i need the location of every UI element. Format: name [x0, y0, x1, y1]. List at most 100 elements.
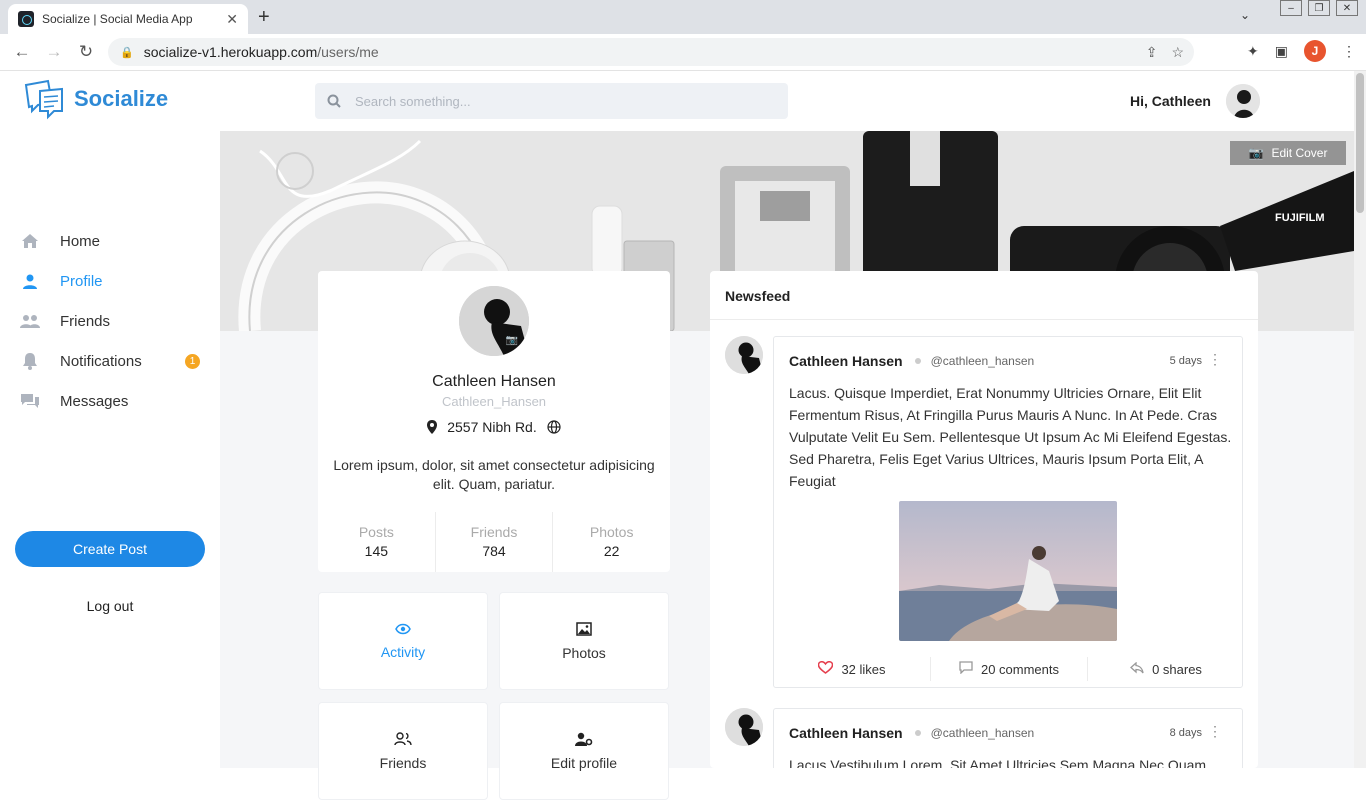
sidebar-item-label: Home [60, 232, 101, 250]
more-options-icon[interactable]: ⋮ [1208, 351, 1222, 368]
stat-label: Friends [470, 524, 518, 540]
extensions-icon[interactable]: ✦ [1247, 43, 1259, 60]
tab-search-icon[interactable]: ⌄ [1240, 8, 1250, 22]
comment-icon [959, 661, 973, 677]
bell-icon [20, 351, 40, 371]
logo[interactable]: Socialize [22, 77, 168, 121]
avatar[interactable] [1226, 84, 1260, 118]
sidebar-item-friends[interactable]: Friends [20, 301, 200, 341]
globe-icon[interactable] [547, 420, 561, 434]
profile-location: 2557 Nibh Rd. [318, 419, 670, 435]
like-button[interactable]: 32 likes [774, 657, 931, 681]
new-tab-icon[interactable]: + [258, 6, 270, 29]
tile-label: Friends [379, 754, 427, 771]
tile-label: Activity [380, 644, 426, 660]
tile-edit-profile[interactable]: Edit profile [499, 702, 669, 800]
user-greeting: Hi, Cathleen [1130, 93, 1211, 109]
share-button[interactable]: 0 shares [1088, 657, 1244, 681]
stat-label: Photos [589, 524, 634, 540]
browser-tab-bar: Socialize | Social Media App ✕ + ⌄ – ❐ ✕ [0, 0, 1366, 34]
app-root: Socialize Home Profile Friends Notificat… [0, 71, 1354, 800]
stat-friends: Friends 784 [436, 512, 554, 572]
post-author-avatar[interactable] [725, 336, 763, 374]
logo-icon [24, 79, 63, 120]
post-body: Lacus. Quisque Imperdiet, Erat Nonummy U… [789, 385, 1232, 489]
back-icon[interactable]: ← [6, 42, 38, 62]
logo-text: Socialize [74, 86, 169, 111]
search-input[interactable] [355, 93, 755, 109]
user-gear-icon [575, 732, 593, 749]
url-host: socialize-v1.herokuapp.com [143, 44, 318, 60]
profile-handle: Cathleen_Hansen [441, 394, 547, 409]
post-author-avatar[interactable] [725, 708, 763, 746]
url-path: /users/me [317, 44, 379, 60]
minimize-icon[interactable]: – [1280, 0, 1302, 16]
sidebar-item-home[interactable]: Home [20, 221, 200, 261]
map-pin-icon [427, 420, 438, 434]
users-icon [20, 311, 40, 331]
divider [710, 319, 1258, 320]
location-text: 2557 Nibh Rd. [447, 419, 537, 435]
tile-photos[interactable]: Photos [499, 592, 669, 690]
reload-icon[interactable]: ↻ [70, 42, 102, 62]
restore-icon[interactable]: ❐ [1308, 0, 1330, 16]
sidebar-item-notifications[interactable]: Notifications 1 [20, 341, 200, 381]
window-controls: – ❐ ✕ [1280, 0, 1358, 16]
scrollbar-thumb[interactable] [1356, 73, 1364, 213]
stat-value: 145 [364, 543, 389, 559]
comments-count: 20 comments [980, 661, 1060, 677]
post-time: 8 days [1169, 727, 1202, 739]
edit-cover-label: Edit Cover [1271, 146, 1328, 160]
tile-friends[interactable]: Friends [318, 702, 488, 800]
browser-profile-avatar[interactable]: J [1304, 40, 1326, 62]
notification-badge: 1 [185, 353, 200, 369]
react-favicon-icon [18, 11, 34, 27]
newsfeed-panel: Newsfeed Cathleen Hansen @cathleen_hanse… [710, 271, 1258, 768]
profile-card: 📷 Cathleen Hansen Cathleen_Hansen 2557 N… [318, 271, 670, 572]
camera-brand-logo: FUJIFILM [1275, 212, 1325, 224]
tile-activity[interactable]: Activity [318, 592, 488, 690]
sidebar-item-label: Messages [60, 392, 129, 410]
top-bar: Hi, Cathleen [220, 71, 1354, 131]
sidebar-item-label: Friends [60, 312, 111, 330]
page-scrollbar[interactable] [1354, 71, 1366, 768]
edit-cover-button[interactable]: 📷 Edit Cover [1230, 141, 1346, 165]
post-author[interactable]: Cathleen Hansen [789, 725, 903, 741]
address-bar: ← → ↻ 🔒 socialize-v1.herokuapp.com /user… [0, 34, 1366, 71]
sidebar-item-messages[interactable]: Messages [20, 381, 200, 421]
side-panel-icon[interactable]: ▣ [1275, 43, 1288, 60]
profile-stats: Posts 145 Friends 784 Photos 22 [318, 512, 670, 572]
chat-icon [20, 391, 40, 411]
url-field[interactable]: 🔒 socialize-v1.herokuapp.com /users/me ⇪… [108, 38, 1194, 66]
sidebar-nav: Home Profile Friends Notifications 1 Mes… [20, 221, 200, 421]
sidebar-item-label: Profile [60, 272, 103, 290]
close-tab-icon[interactable]: ✕ [226, 11, 238, 28]
post-author[interactable]: Cathleen Hansen [789, 353, 903, 369]
home-icon [20, 231, 40, 251]
close-window-icon[interactable]: ✕ [1336, 0, 1358, 16]
sidebar-item-profile[interactable]: Profile [20, 261, 200, 301]
share-icon[interactable]: ⇪ [1146, 44, 1158, 61]
heart-icon [818, 660, 834, 677]
browser-menu-icon[interactable]: ⋮ [1342, 43, 1356, 60]
logout-link[interactable]: Log out [15, 598, 205, 614]
stat-value: 22 [603, 543, 620, 559]
search-icon [327, 94, 341, 108]
forward-icon[interactable]: → [38, 42, 70, 62]
profile-bio: Lorem ipsum, dolor, sit amet consectetur… [333, 457, 655, 492]
user-icon [20, 271, 40, 291]
create-post-button[interactable]: Create Post [15, 531, 205, 567]
bookmark-star-icon[interactable]: ☆ [1171, 44, 1184, 61]
camera-icon: 📷 [1248, 146, 1264, 160]
tile-label: Photos [562, 644, 606, 661]
tile-label: Edit profile [550, 754, 618, 771]
post-actions: 32 likes 20 comments 0 shares [774, 651, 1244, 687]
browser-tab[interactable]: Socialize | Social Media App ✕ [8, 4, 248, 34]
post-image[interactable] [899, 501, 1117, 641]
more-options-icon[interactable]: ⋮ [1208, 723, 1222, 740]
stat-label: Posts [358, 524, 394, 540]
comment-button[interactable]: 20 comments [931, 657, 1088, 681]
sidebar-item-label: Notifications [60, 352, 142, 370]
change-avatar-camera-icon[interactable]: 📷 [505, 335, 519, 347]
eye-icon [395, 622, 411, 638]
